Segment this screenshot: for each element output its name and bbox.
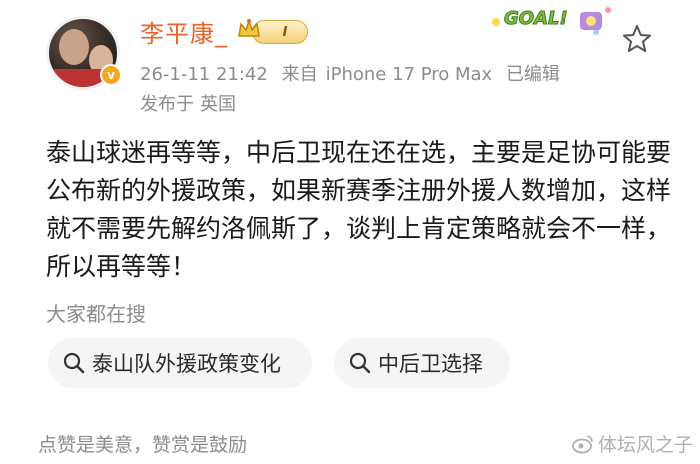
location-line: 发布于 英国 [140, 90, 242, 116]
search-icon [63, 352, 85, 374]
goal-text: GOAL! [504, 8, 569, 30]
location: 英国 [200, 94, 236, 115]
source-prefix: 来自 [281, 64, 318, 85]
search-icon [349, 352, 371, 374]
verified-v-icon: v [100, 64, 122, 86]
trending-chip-label: 中后卫选择 [378, 352, 483, 376]
reward-prompt: 点赞是美意，赞赏是鼓励 [38, 434, 248, 456]
star-outline-icon[interactable] [620, 22, 654, 56]
watermark-text: 体坛风之子 [598, 434, 694, 456]
trending-chip[interactable]: 中后卫选择 [334, 338, 510, 388]
post-meta: 26-1-11 21:42 来自 iPhone 17 Pro Max 已编辑 [140, 60, 568, 86]
post-header: v 李平康_ I 26-1-11 21:42 来自 iPhone 17 Pro M… [0, 0, 700, 120]
crown-icon [238, 18, 260, 37]
watermark: 体坛风之子 [572, 430, 693, 457]
device-source[interactable]: iPhone 17 Pro Max [326, 64, 493, 85]
timestamp: 26-1-11 21:42 [140, 64, 268, 85]
location-prefix: 发布于 [140, 94, 194, 115]
username[interactable]: 李平康_ [140, 14, 228, 49]
trending-chip[interactable]: 泰山队外援政策变化 [48, 338, 312, 388]
post-text: 泰山球迷再等等，中后卫现在还在选，主要是足协可能要公布新的外援政策，如果新赛季注… [46, 138, 672, 281]
weibo-logo-icon [572, 434, 593, 453]
trending-chip-label: 泰山队外援政策变化 [92, 352, 281, 376]
trending-title: 大家都在搜 [46, 302, 146, 326]
edited-label[interactable]: 已编辑 [506, 64, 560, 85]
